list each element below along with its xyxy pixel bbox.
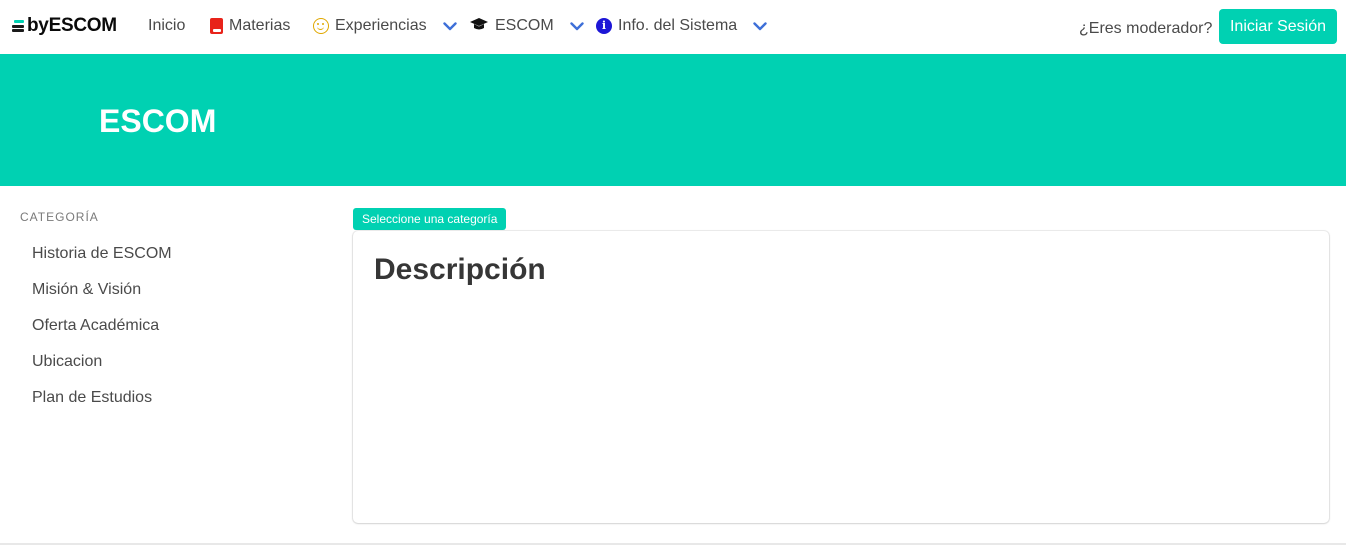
nav-item-info-sistema[interactable]: i Info. del Sistema — [596, 14, 767, 38]
top-navbar: byESCOM Inicio Materias Experiencias ESC… — [0, 0, 1346, 54]
nav-item-experiencias[interactable]: Experiencias — [313, 14, 457, 38]
nav-item-materias[interactable]: Materias — [210, 14, 290, 38]
logo-mark-icon — [12, 19, 24, 33]
sidebar-item-ubicacion[interactable]: Ubicacion — [20, 344, 320, 380]
nav-item-inicio[interactable]: Inicio — [148, 14, 185, 38]
nav-item-label: Experiencias — [335, 17, 427, 34]
graduation-cap-icon — [469, 17, 489, 36]
chevron-down-icon — [753, 21, 767, 31]
nav-item-label: Materias — [229, 17, 291, 34]
description-card: Descripción — [353, 231, 1329, 523]
nav-item-label: Inicio — [148, 17, 186, 34]
sidebar-item-plan-estudios[interactable]: Plan de Estudios — [20, 380, 320, 416]
chevron-down-icon — [569, 21, 584, 31]
divider — [0, 543, 1346, 545]
sidebar-label: CATEGORÍA — [20, 210, 99, 224]
nav-item-label: ESCOM — [495, 17, 554, 34]
sidebar-item-oferta-academica[interactable]: Oferta Académica — [20, 308, 320, 344]
page-title: ESCOM — [99, 103, 217, 139]
category-list: Historia de ESCOM Misión & Visión Oferta… — [20, 236, 320, 416]
smile-icon — [313, 18, 329, 34]
book-icon — [210, 18, 223, 34]
info-circle-icon: i — [596, 18, 612, 34]
sidebar-item-mision-vision[interactable]: Misión & Visión — [20, 272, 320, 308]
nav-item-label: Info. del Sistema — [618, 17, 738, 34]
brand-logo[interactable]: byESCOM — [12, 13, 117, 39]
category-tag: Seleccione una categoría — [353, 208, 507, 230]
hero-banner: ESCOM — [0, 54, 1346, 186]
description-title: Descripción — [374, 253, 546, 286]
sidebar-item-historia[interactable]: Historia de ESCOM — [20, 236, 320, 272]
brand-name: byESCOM — [27, 15, 117, 36]
chevron-down-icon — [442, 21, 457, 31]
moderator-link[interactable]: ¿Eres moderador? — [1079, 20, 1212, 38]
login-button[interactable]: Iniciar Sesión — [1219, 9, 1337, 44]
nav-item-escom[interactable]: ESCOM — [469, 14, 584, 38]
